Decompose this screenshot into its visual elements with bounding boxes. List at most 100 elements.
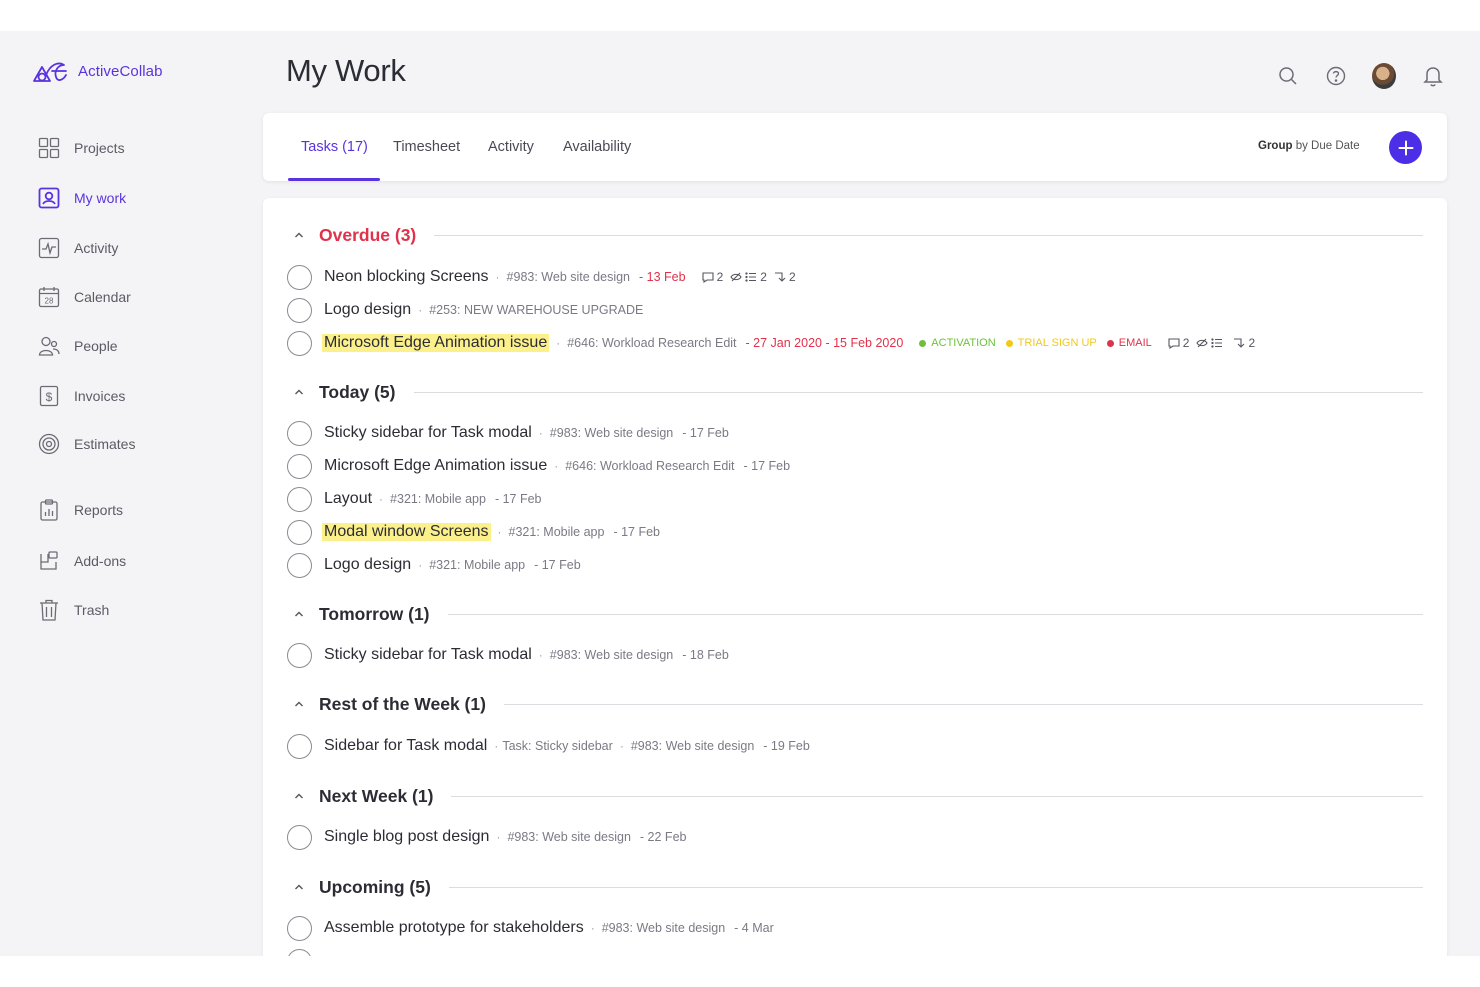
task-project[interactable]: #983: Web site design bbox=[507, 830, 630, 844]
separator: · bbox=[494, 739, 499, 753]
chevron-up-icon[interactable] bbox=[293, 698, 305, 710]
search-icon[interactable] bbox=[1276, 64, 1300, 88]
task-name[interactable]: Microsoft Edge Animation issue bbox=[322, 334, 550, 352]
task-checkbox[interactable] bbox=[287, 824, 312, 850]
divider bbox=[413, 391, 1423, 393]
tab-timesheet[interactable]: Timesheet bbox=[393, 113, 460, 181]
help-icon[interactable] bbox=[1324, 64, 1348, 88]
task-checkbox[interactable] bbox=[287, 642, 312, 668]
label-dot bbox=[1005, 339, 1013, 347]
group-by-label: Group bbox=[1258, 140, 1293, 152]
group-title: Rest of the Week (1) bbox=[319, 693, 486, 714]
sidebar-item-my-work[interactable]: My work bbox=[38, 185, 126, 211]
chevron-up-icon[interactable] bbox=[293, 790, 305, 802]
sidebar-item-calendar[interactable]: 28 Calendar bbox=[38, 284, 131, 310]
task-project[interactable]: #983: Web site design bbox=[550, 648, 673, 662]
task-project[interactable]: #253: NEW WAREHOUSE UPGRADE bbox=[429, 303, 643, 317]
task-due-date: - 18 Feb bbox=[682, 648, 729, 662]
task-name[interactable]: Logo design bbox=[324, 556, 411, 574]
task-due-date: - 13 Feb bbox=[639, 270, 686, 284]
user-avatar[interactable] bbox=[1372, 63, 1396, 89]
sidebar-item-invoices[interactable]: $ Invoices bbox=[38, 383, 125, 409]
group-title: Today (5) bbox=[319, 381, 396, 402]
task-project[interactable]: #983: Web site design bbox=[631, 739, 754, 753]
task-name[interactable]: Assemble prototype for stakeholders bbox=[324, 919, 584, 937]
task-checkbox[interactable] bbox=[287, 733, 312, 759]
task-checkbox[interactable] bbox=[287, 264, 312, 290]
task-name[interactable]: Microsoft Edge Animation issue bbox=[324, 457, 547, 475]
sidebar-item-people[interactable]: People bbox=[38, 333, 118, 359]
divider bbox=[447, 613, 1423, 615]
task-checkbox[interactable] bbox=[287, 453, 312, 479]
task-due-date: - 19 Feb bbox=[763, 739, 810, 753]
task-project[interactable]: #983: Web site design bbox=[507, 270, 630, 284]
tab-availability[interactable]: Availability bbox=[563, 113, 631, 181]
task-name[interactable]: Sidebar for Task modal bbox=[324, 737, 487, 755]
brand[interactable]: ActiveCollab bbox=[32, 57, 163, 85]
task-label[interactable]: ACTIVATION bbox=[919, 337, 996, 349]
chevron-up-icon[interactable] bbox=[293, 386, 305, 398]
task-label[interactable]: EMAIL bbox=[1106, 337, 1152, 349]
task-row: Layout · #321: Mobile app - 17 Feb bbox=[287, 486, 542, 512]
people-icon bbox=[38, 336, 60, 356]
task-project[interactable]: #983: Web site design bbox=[550, 426, 673, 440]
sidebar-item-activity[interactable]: Activity bbox=[38, 235, 118, 261]
task-checkbox[interactable] bbox=[287, 330, 312, 356]
sidebar-item-label: Projects bbox=[74, 140, 125, 156]
task-checkbox[interactable] bbox=[287, 552, 312, 578]
sidebar-item-label: My work bbox=[74, 190, 127, 206]
tab-activity[interactable]: Activity bbox=[488, 113, 534, 181]
label-text: ACTIVATION bbox=[931, 337, 996, 349]
task-label[interactable]: TRIAL SIGN UP bbox=[1005, 337, 1097, 349]
chevron-up-icon[interactable] bbox=[293, 229, 305, 241]
plus-icon bbox=[1398, 140, 1413, 155]
task-row: Single blog post design · #983: Web site… bbox=[287, 824, 686, 850]
sidebar-item-estimates[interactable]: Estimates bbox=[38, 431, 135, 457]
task-project[interactable]: #321: Mobile app bbox=[509, 525, 605, 539]
page-title: My Work bbox=[286, 53, 406, 88]
task-name[interactable]: Sticky sidebar for Task modal bbox=[324, 424, 532, 442]
user-badge-icon bbox=[38, 187, 60, 209]
task-name[interactable]: Neon blocking Screens bbox=[324, 268, 489, 286]
sidebar-item-add-ons[interactable]: Add-ons bbox=[38, 548, 126, 574]
task-project[interactable]: #983: Web site design bbox=[602, 921, 725, 935]
dependency-icon bbox=[1234, 338, 1245, 348]
task-project[interactable]: #321: Mobile app bbox=[390, 492, 486, 506]
task-due-date: - 17 Feb bbox=[494, 492, 542, 506]
group-by-selector[interactable]: Group by Due Date bbox=[1258, 140, 1360, 152]
task-project[interactable]: #321: Mobile app bbox=[429, 558, 525, 572]
addons-icon bbox=[40, 551, 58, 570]
tab-tasks[interactable]: Tasks (17) bbox=[301, 113, 368, 181]
task-name[interactable]: Single blog post design bbox=[324, 828, 489, 846]
task-checkbox[interactable] bbox=[287, 297, 312, 323]
add-task-button[interactable] bbox=[1389, 131, 1422, 164]
task-checkbox[interactable] bbox=[287, 486, 312, 512]
task-name[interactable]: Layout bbox=[324, 490, 372, 508]
sidebar-item-trash[interactable]: Trash bbox=[38, 597, 109, 623]
bell-icon[interactable] bbox=[1421, 64, 1445, 88]
sidebar-item-projects[interactable]: Projects bbox=[38, 135, 125, 161]
sidebar-item-label: Trash bbox=[74, 602, 110, 618]
task-row: Logo design · #321: Mobile app - 17 Feb bbox=[287, 552, 581, 578]
task-name[interactable]: Sticky sidebar for Task modal bbox=[324, 646, 532, 664]
task-due-date: - 27 Jan 2020 - 15 Feb 2020 bbox=[745, 336, 904, 350]
chevron-up-icon[interactable] bbox=[293, 608, 305, 620]
task-due-date: - 17 Feb bbox=[534, 558, 581, 572]
task-parent[interactable]: Task: Sticky sidebar bbox=[502, 739, 612, 753]
sidebar-item-label: Reports bbox=[74, 502, 124, 518]
task-checkbox[interactable] bbox=[287, 915, 312, 941]
task-checkbox[interactable] bbox=[287, 420, 312, 446]
chevron-up-icon[interactable] bbox=[293, 881, 305, 893]
task-project[interactable]: #646: Workload Research Edit bbox=[565, 459, 734, 473]
sidebar-item-reports[interactable]: Reports bbox=[38, 497, 123, 523]
task-project[interactable]: #646: Workload Research Edit bbox=[567, 336, 736, 350]
task-name[interactable]: Logo design bbox=[324, 301, 411, 319]
target-icon bbox=[38, 433, 60, 455]
task-name[interactable]: Modal window Screens bbox=[322, 523, 491, 541]
task-badges: 2 2 bbox=[1168, 336, 1259, 350]
task-checkbox[interactable] bbox=[287, 948, 312, 956]
task-checkbox[interactable] bbox=[287, 519, 312, 545]
group-header-today: Today (5) bbox=[293, 380, 1423, 404]
svg-text:$: $ bbox=[46, 390, 53, 404]
comment-count: 2 bbox=[716, 270, 724, 284]
